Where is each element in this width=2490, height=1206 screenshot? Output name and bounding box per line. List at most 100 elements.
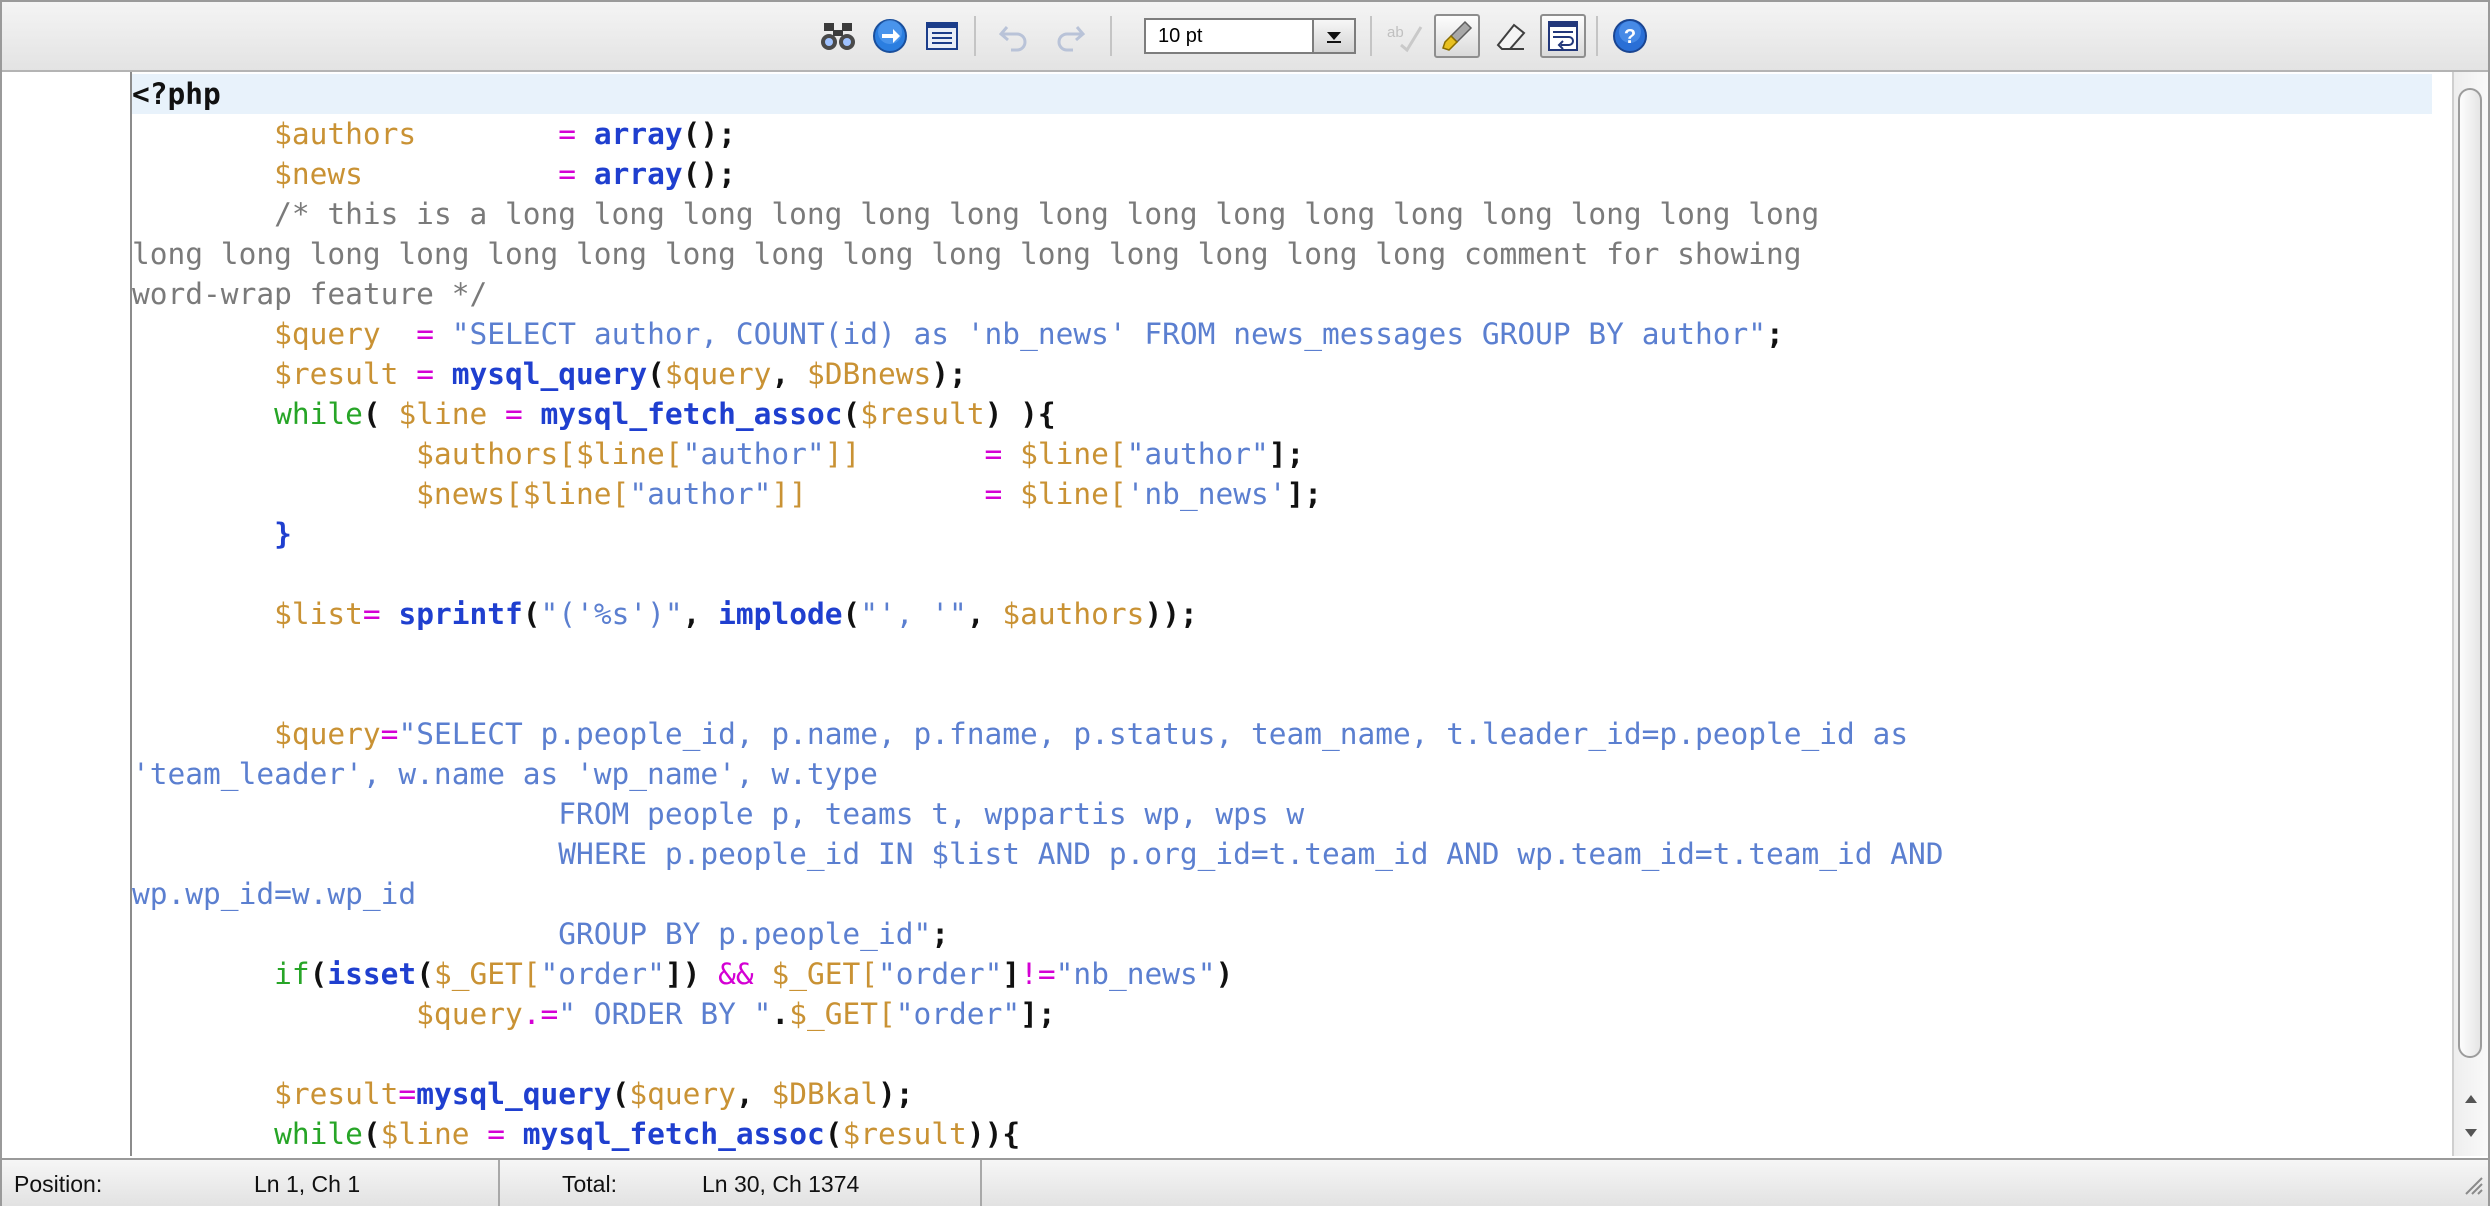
help-icon[interactable]: ? bbox=[1608, 14, 1652, 58]
code-token: . bbox=[771, 997, 790, 1031]
code-line-text: } bbox=[132, 514, 2432, 554]
code-text[interactable]: 1<?php2 $authors = array();3 $news = arr… bbox=[132, 74, 2432, 1156]
code-line-wrapped-text: wp.wp_id=w.wp_id bbox=[132, 874, 2432, 914]
code-token: array bbox=[593, 157, 683, 191]
scroll-down-arrow-icon[interactable] bbox=[2454, 1116, 2488, 1150]
code-line-text: WHERE p.people_id IN $list AND p.org_id=… bbox=[132, 834, 2432, 874]
code-line[interactable]: 20 $query.=" ORDER BY ".$_GET["order"]; bbox=[132, 994, 2432, 1034]
goto-line-icon[interactable] bbox=[868, 14, 912, 58]
code-line[interactable]: 18 GROUP BY p.people_id"; bbox=[132, 914, 2432, 954]
code-token: = bbox=[487, 1117, 506, 1151]
code-line-text: if(isset($_GET["order"]) && $_GET["order… bbox=[132, 954, 2432, 994]
spellcheck-icon[interactable]: ab bbox=[1382, 14, 1426, 58]
total-value: Ln 30, Ch 1374 bbox=[702, 1171, 860, 1197]
code-line[interactable]: 10 } bbox=[132, 514, 2432, 554]
code-line[interactable]: 14 bbox=[132, 674, 2432, 714]
code-line[interactable]: 22 $result=mysql_query($query, $DBkal); bbox=[132, 1074, 2432, 1114]
code-token: WHERE p.people_id IN $list AND p.org_id=… bbox=[132, 837, 1944, 871]
toolbar-separator bbox=[974, 16, 976, 56]
code-line[interactable]: 17 WHERE p.people_id IN $list AND p.org_… bbox=[132, 834, 2432, 914]
code-token: ; bbox=[1766, 317, 1784, 351]
font-size-select[interactable]: 10 pt bbox=[1144, 18, 1356, 54]
undo-icon[interactable] bbox=[992, 14, 1036, 58]
highlight-icon[interactable] bbox=[1434, 14, 1480, 58]
resize-grip-icon[interactable] bbox=[2460, 1172, 2484, 1202]
code-token: mysql_fetch_assoc bbox=[522, 1117, 825, 1151]
code-line[interactable]: 5 $query = "SELECT author, COUNT(id) as … bbox=[132, 314, 2432, 354]
code-token: while bbox=[274, 1117, 363, 1151]
code-token: && bbox=[718, 957, 754, 991]
code-token: wp.wp_id=w.wp_id bbox=[132, 877, 417, 911]
vertical-scrollbar[interactable] bbox=[2452, 72, 2488, 1156]
code-token: "order" bbox=[878, 957, 1003, 991]
code-line-wrapped-text: word-wrap feature */ bbox=[132, 274, 2432, 314]
code-line[interactable]: 16 FROM people p, teams t, wppartis wp, … bbox=[132, 794, 2432, 834]
scrollbar-thumb[interactable] bbox=[2458, 88, 2482, 1058]
code-token: "author" bbox=[682, 437, 825, 471]
code-token: ); bbox=[931, 357, 967, 391]
code-line[interactable]: 4 /* this is a long long long long long … bbox=[132, 194, 2432, 314]
code-line-text: $result = mysql_query($query, $DBnews); bbox=[132, 354, 2432, 394]
code-token: ( bbox=[416, 957, 434, 991]
code-token: = bbox=[416, 357, 434, 391]
code-token: $query bbox=[664, 357, 772, 391]
code-line[interactable]: 2 $authors = array(); bbox=[132, 114, 2432, 154]
code-token: = bbox=[984, 477, 1003, 511]
chevron-down-icon[interactable] bbox=[1312, 20, 1354, 52]
code-line[interactable]: 8 $authors[$line["author"]] = $line["aut… bbox=[132, 434, 2432, 474]
code-token: "order" bbox=[540, 957, 665, 991]
code-line[interactable]: 7 while( $line = mysql_fetch_assoc($resu… bbox=[132, 394, 2432, 434]
code-token: ( bbox=[362, 397, 399, 431]
code-line[interactable]: 3 $news = array(); bbox=[132, 154, 2432, 194]
scroll-up-arrow-icon[interactable] bbox=[2454, 1082, 2488, 1116]
code-line[interactable]: 1<?php bbox=[132, 74, 2432, 114]
code-line[interactable]: 23 while($line = mysql_fetch_assoc($resu… bbox=[132, 1114, 2432, 1154]
code-line[interactable]: 13 bbox=[132, 634, 2432, 674]
code-token: $DBkal bbox=[771, 1077, 879, 1111]
code-area[interactable]: 1<?php2 $authors = array();3 $news = arr… bbox=[2, 72, 2488, 1156]
code-line-text: $query = "SELECT author, COUNT(id) as 'n… bbox=[132, 314, 2432, 354]
code-token: 'nb_news' bbox=[1126, 477, 1287, 511]
code-line[interactable]: 6 $result = mysql_query($query, $DBnews)… bbox=[132, 354, 2432, 394]
font-size-value: 10 pt bbox=[1158, 25, 1203, 47]
reset-icon[interactable] bbox=[1488, 14, 1532, 58]
code-line-text: FROM people p, teams t, wppartis wp, wps… bbox=[132, 794, 2432, 834]
fullscreen-icon[interactable] bbox=[920, 14, 964, 58]
code-token: $_GET[ bbox=[789, 997, 896, 1031]
code-line[interactable]: 15 $query="SELECT p.people_id, p.name, p… bbox=[132, 714, 2432, 794]
code-line[interactable]: 12 $list= sprintf("('%s')", implode("', … bbox=[132, 594, 2432, 634]
code-token: , bbox=[771, 357, 807, 391]
code-token: $line bbox=[380, 1117, 470, 1151]
search-icon[interactable] bbox=[816, 14, 860, 58]
redo-icon[interactable] bbox=[1048, 14, 1092, 58]
code-token: "('%s')" bbox=[540, 597, 683, 631]
code-token: (); bbox=[682, 157, 736, 191]
code-token: ( bbox=[362, 1117, 381, 1151]
code-token: $news[$line[ bbox=[416, 477, 630, 511]
code-token: ]] bbox=[824, 437, 861, 471]
position-label: Position: bbox=[14, 1171, 103, 1197]
code-line[interactable]: 21 bbox=[132, 1034, 2432, 1074]
code-token: "order" bbox=[895, 997, 1021, 1031]
code-line[interactable]: 9 $news[$line["author"]] = $line['nb_new… bbox=[132, 474, 2432, 514]
svg-text:ab: ab bbox=[1387, 24, 1404, 41]
code-token: if bbox=[274, 957, 310, 991]
word-wrap-icon[interactable] bbox=[1540, 14, 1586, 58]
code-token: = bbox=[505, 397, 523, 431]
code-token: ]] bbox=[771, 477, 807, 511]
code-token: $line[ bbox=[1020, 437, 1127, 471]
code-line[interactable]: 19 if(isset($_GET["order"]) && $_GET["or… bbox=[132, 954, 2432, 994]
code-token: " ORDER BY " bbox=[558, 997, 772, 1031]
code-line[interactable]: 11 bbox=[132, 554, 2432, 594]
code-token: $authors bbox=[1002, 597, 1145, 631]
